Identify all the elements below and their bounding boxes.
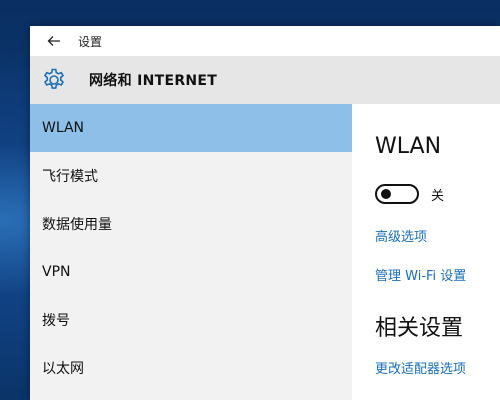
sidebar-item-label: 拨号 (42, 313, 70, 329)
toggle-state-label: 关 (431, 188, 445, 204)
sidebar-item-label: 以太网 (42, 361, 84, 377)
sidebar-item-airplane-mode[interactable]: 飞行模式 (30, 152, 352, 200)
sidebar-item-wlan[interactable]: WLAN (30, 104, 352, 152)
sidebar-item-dial-up[interactable]: 拨号 (30, 296, 352, 344)
back-button[interactable] (30, 26, 78, 56)
window-title: 设置 (78, 34, 103, 49)
content-pane: WLAN 关 高级选项 管理 Wi-Fi 设置 相关设置 更改适配器选项 (352, 104, 500, 400)
toggle-knob (381, 189, 391, 199)
sidebar-item-ethernet[interactable]: 以太网 (30, 344, 352, 392)
sidebar-item-label: VPN (42, 264, 71, 280)
back-arrow-icon (47, 36, 60, 46)
settings-window: 设置 网络和 INTERNET WLAN 飞行模式 数据使用量 VPN 拨号 以… (30, 26, 500, 400)
related-settings-title: 相关设置 (375, 316, 464, 341)
wlan-toggle-switch[interactable] (375, 184, 419, 204)
title-bar: 设置 (30, 26, 500, 56)
gear-icon (43, 68, 65, 89)
sidebar-item-vpn[interactable]: VPN (30, 248, 352, 296)
manage-wifi-settings-link[interactable]: 管理 Wi-Fi 设置 (375, 265, 500, 284)
change-adapter-options-link[interactable]: 更改适配器选项 (375, 358, 500, 377)
sidebar-item-label: 数据使用量 (42, 217, 112, 233)
sidebar-item-label: 飞行模式 (42, 169, 98, 185)
sidebar-item-label: WLAN (42, 120, 85, 136)
section-title: 网络和 INTERNET (89, 73, 218, 89)
advanced-options-link[interactable]: 高级选项 (375, 226, 500, 245)
section-header: 网络和 INTERNET (30, 56, 500, 104)
sidebar-nav: WLAN 飞行模式 数据使用量 VPN 拨号 以太网 (30, 104, 352, 400)
page-title: WLAN (375, 134, 442, 159)
sidebar-item-data-usage[interactable]: 数据使用量 (30, 200, 352, 248)
wlan-toggle-row: 关 (375, 184, 500, 204)
